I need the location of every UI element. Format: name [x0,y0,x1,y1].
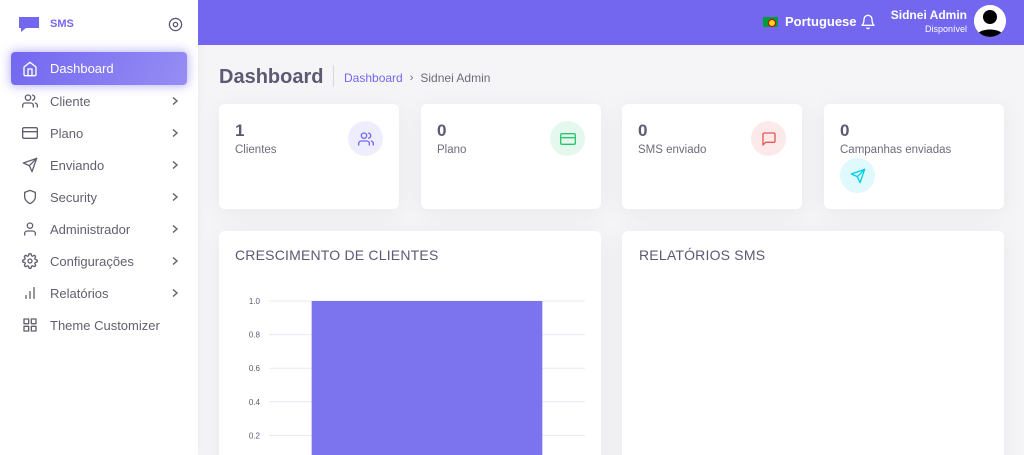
chart-bar[interactable] [311,301,543,455]
stat-icon-wrap [840,158,875,193]
breadcrumb-home-link[interactable]: Dashboard [344,71,403,85]
breadcrumb: Dashboard › Sidnei Admin [344,71,490,85]
sidebar-item-cliente[interactable]: Cliente [11,85,187,117]
growth-bar-chart: 1.0 0.8 0.6 0.4 0.2 [249,297,585,455]
stat-label: Campanhas enviadas [840,144,952,156]
stat-card-plano: 0 Plano [421,104,601,209]
stat-icon-wrap [751,121,786,156]
stat-card-clientes: 1 Clientes [219,104,399,209]
sidebar-item-label: Cliente [50,93,91,109]
y-tick-label: 0.6 [249,364,261,373]
language-selector[interactable]: Portuguese [763,14,857,29]
brand-name: SMS [50,18,74,30]
sidebar-item-label: Plano [50,125,84,141]
stat-value: 1 [235,121,245,140]
stat-value: 0 [840,121,850,140]
page-title: Dashboard [219,66,324,88]
stat-label: Clientes [235,144,277,156]
sidebar-item-relat-rios[interactable]: Relatórios [11,277,187,309]
user-icon [24,222,36,236]
sms-report-card: RELATÓRIOS SMS [622,231,1004,455]
stat-label: SMS enviado [638,144,707,156]
grid-icon [23,318,37,332]
y-tick-label: 0.2 [249,431,261,440]
bar-chart-icon [25,287,35,299]
chevron-right-icon [172,256,179,266]
bell-icon[interactable] [860,13,876,31]
breadcrumb-current: Sidnei Admin [420,71,491,85]
sidebar-item-dashboard[interactable]: Dashboard [11,52,187,85]
user-name: Sidnei Admin [890,8,967,22]
message-square-icon [761,131,776,146]
title-divider [333,65,334,87]
gear-icon [22,253,38,269]
shield-icon [24,189,36,205]
chevron-right-icon [172,224,179,234]
avatar[interactable] [974,5,1006,37]
sidebar-item-label: Dashboard [50,61,114,76]
send-icon [850,168,865,183]
brand[interactable]: SMS [0,0,198,48]
sidebar-item-enviando[interactable]: Enviando [11,149,187,181]
sidebar-item-security[interactable]: Security [11,181,187,213]
sidebar-item-label: Relatórios [50,285,109,301]
chevron-right-icon [172,288,179,298]
users-icon [22,94,38,108]
user-status: Disponível [924,24,967,34]
sidebar-nav: Dashboard Cliente Plano Enviando Security Adm… [0,48,198,343]
y-tick-label: 0.8 [249,331,261,340]
language-label: Portuguese [785,14,857,29]
chevron-right-icon: › [409,72,414,84]
stat-value: 0 [437,121,447,140]
top-navbar: Portuguese Sidnei Admin Disponível [198,0,1024,45]
credit-card-icon [22,127,38,139]
chat-logo-icon [19,16,39,32]
chevron-right-icon [172,192,179,202]
brazil-flag-icon [763,16,778,27]
sidebar-item-label: Configurações [50,253,134,269]
stat-value: 0 [638,121,648,140]
send-icon [22,157,38,173]
y-tick-label: 1.0 [249,297,261,306]
user-avatar-icon [974,5,1006,37]
growth-chart-card: CRESCIMENTO DE CLIENTES 1.0 0.8 0.6 0.4 0.2 [219,231,601,455]
sidebar: SMS Dashboard Cliente Plano Enviando Securit… [0,0,198,455]
y-tick-label: 0.4 [249,398,261,407]
sidebar-item-label: Administrador [50,221,131,237]
sidebar-item-label: Security [50,189,97,205]
credit-card-icon [559,132,576,145]
sidebar-item-administrador[interactable]: Administrador [11,213,187,245]
stat-label: Plano [437,144,467,156]
sms-report-title: RELATÓRIOS SMS [639,247,766,263]
sidebar-item-theme-customizer[interactable]: Theme Customizer [11,309,187,341]
sidebar-item-label: Enviando [50,157,105,173]
stat-card-campanhas: 0 Campanhas enviadas [824,104,1004,209]
stat-card-sms-enviado: 0 SMS enviado [622,104,802,209]
stat-icon-wrap [550,121,585,156]
sidebar-item-configura-es[interactable]: Configurações [11,245,187,277]
chevron-right-icon [172,96,179,106]
stat-icon-wrap [348,121,383,156]
sidebar-item-label: Theme Customizer [50,317,160,333]
collapse-toggle-icon[interactable] [168,17,183,32]
user-info[interactable]: Sidnei Admin Disponível [891,8,967,34]
chevron-right-icon [172,160,179,170]
chevron-right-icon [172,128,179,138]
home-icon [23,61,37,76]
sidebar-item-plano[interactable]: Plano [11,117,187,149]
users-icon [357,131,374,146]
